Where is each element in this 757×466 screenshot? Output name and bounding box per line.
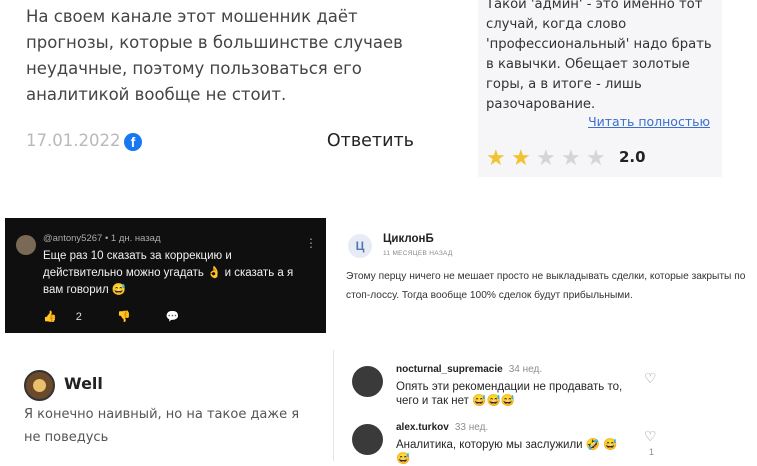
star-icon: ★ <box>511 145 531 170</box>
comment-text: Я конечно наивный, но на такое даже я не… <box>24 407 300 445</box>
comment-text: На своем канале этот мошенник даёт прогн… <box>26 7 403 104</box>
list-item: alex.turkov 33 нед. Аналитика, которую мы… <box>352 422 742 465</box>
review-text: Такой 'админ' - это именно тот случай, к… <box>486 0 712 112</box>
comment-date: 11 МЕСЯЦЕВ НАЗАД <box>383 250 453 257</box>
star-icon: ★ <box>586 145 606 170</box>
rating-stars: ★ ★ ★ ★ ★ <box>486 145 611 171</box>
comment-actions: 👍 2 👎 💬 <box>43 310 211 323</box>
like-count: 2 <box>75 311 82 323</box>
comment-card-tsiklon: Ц ЦиклонБ 11 МЕСЯЦЕВ НАЗАД Этому перцу н… <box>340 222 757 322</box>
youtube-comment: @antony5267 • 1 дн. назад ⋮ Еще раз 10 с… <box>5 218 326 333</box>
comment-date: 17.01.2022 <box>26 131 121 150</box>
reply-button[interactable]: Ответить <box>327 131 414 151</box>
comment-text: Этому перцу ничего не мешает просто не в… <box>346 271 746 301</box>
comment-text: Аналитика, которую мы заслужили 🤣 😅😅 <box>396 439 618 465</box>
reply-button[interactable]: 💬 <box>166 311 196 323</box>
comment-text: Опять эти рекомендации не продавать то, … <box>396 381 623 407</box>
comment-card-1: На своем канале этот мошенник даёт прогн… <box>0 0 430 170</box>
heart-icon[interactable]: ♡ <box>644 370 657 387</box>
like-button[interactable]: 👍 2 <box>43 311 98 323</box>
reply-icon: 💬 <box>165 311 180 323</box>
avatar[interactable] <box>352 424 383 455</box>
like-count: 1 <box>649 447 655 457</box>
author-name[interactable]: Well <box>64 374 103 393</box>
star-icon: ★ <box>486 145 506 170</box>
star-icon: ★ <box>561 145 581 170</box>
avatar[interactable] <box>16 235 36 255</box>
comment-time: 34 нед. <box>508 364 543 375</box>
avatar[interactable] <box>352 366 383 397</box>
dislike-icon: 👎 <box>116 311 131 323</box>
rating-value: 2.0 <box>619 148 646 166</box>
star-icon: ★ <box>536 145 556 170</box>
review-card: Такой 'админ' - это именно тот случай, к… <box>478 0 722 177</box>
facebook-icon[interactable]: f <box>124 133 142 151</box>
author-name[interactable]: ЦиклонБ <box>383 233 434 245</box>
instagram-comments: nocturnal_supremacie 34 нед. Опять эти ре… <box>333 350 757 465</box>
comment-meta: @antony5267 • 1 дн. назад <box>43 233 161 244</box>
list-item: nocturnal_supremacie 34 нед. Опять эти ре… <box>352 364 742 414</box>
like-icon: 👍 <box>43 311 57 323</box>
author-name[interactable]: alex.turkov 33 нед. <box>396 422 488 433</box>
avatar: Ц <box>348 234 372 258</box>
author-name[interactable]: nocturnal_supremacie 34 нед. <box>396 364 542 375</box>
read-more-link[interactable]: Читать полностью <box>588 114 710 129</box>
dislike-button[interactable]: 👎 <box>117 311 147 323</box>
comment-card-well: Well Я конечно наивный, но на такое даже… <box>0 355 330 461</box>
comment-text: Еще раз 10 сказать за коррекцию и действ… <box>43 250 294 296</box>
comment-time: 33 нед. <box>454 422 489 433</box>
avatar[interactable] <box>24 370 55 401</box>
heart-icon[interactable]: ♡ <box>644 428 657 445</box>
